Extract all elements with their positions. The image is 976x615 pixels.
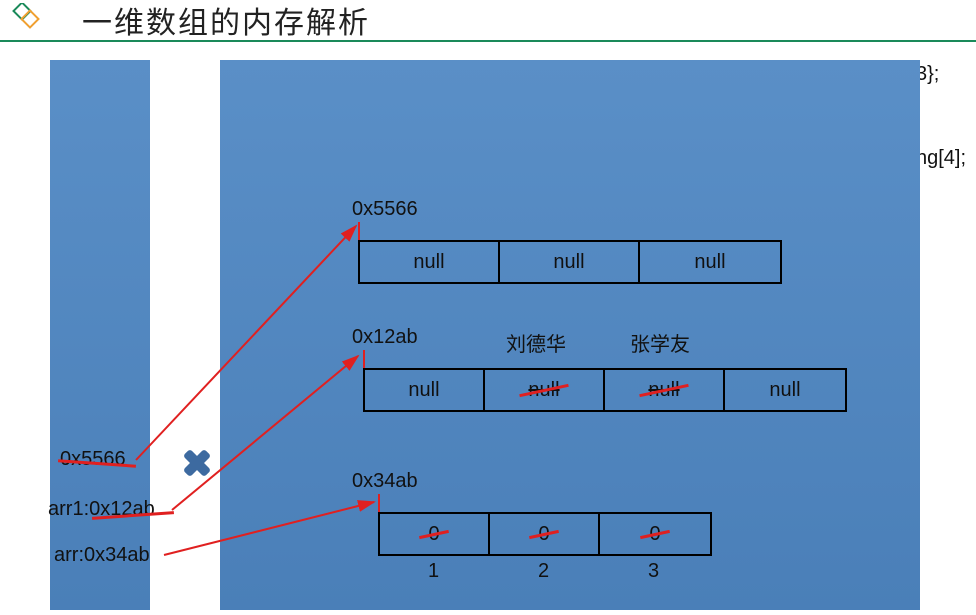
array-cell: 0 <box>380 514 490 554</box>
array-cell: null <box>640 242 780 282</box>
address-tick <box>378 494 380 512</box>
array-cell: null <box>725 370 845 410</box>
array-cell: null <box>500 242 640 282</box>
cell-below-label: 3 <box>648 560 659 583</box>
address-tick <box>358 222 360 240</box>
heap-array-block3: 0 0 0 <box>378 512 712 556</box>
heap-address-label: 0x12ab <box>352 326 418 349</box>
cell-above-label: 刘德华 <box>506 328 566 357</box>
cell-below-label: 2 <box>538 560 549 583</box>
heap-address-label: 0x34ab <box>352 470 418 493</box>
array-cell: 0 <box>600 514 710 554</box>
heap-array-block2: null null null null <box>363 368 847 412</box>
array-cell: null <box>360 242 500 282</box>
cell-above-label: 张学友 <box>630 328 690 357</box>
page-title: 一维数组的内存解析 <box>82 0 370 42</box>
address-tick <box>363 350 365 368</box>
stack-region <box>50 60 150 610</box>
array-cell: null <box>365 370 485 410</box>
array-cell: null <box>605 370 725 410</box>
logo-icon <box>8 3 42 37</box>
stack-entry: arr:0x34ab <box>54 544 150 567</box>
cross-icon <box>182 448 212 478</box>
heap-array-block1: null null null <box>358 240 782 284</box>
array-cell: null <box>485 370 605 410</box>
cell-below-label: 1 <box>428 560 439 583</box>
array-cell: 0 <box>490 514 600 554</box>
heap-address-label: 0x5566 <box>352 198 418 221</box>
